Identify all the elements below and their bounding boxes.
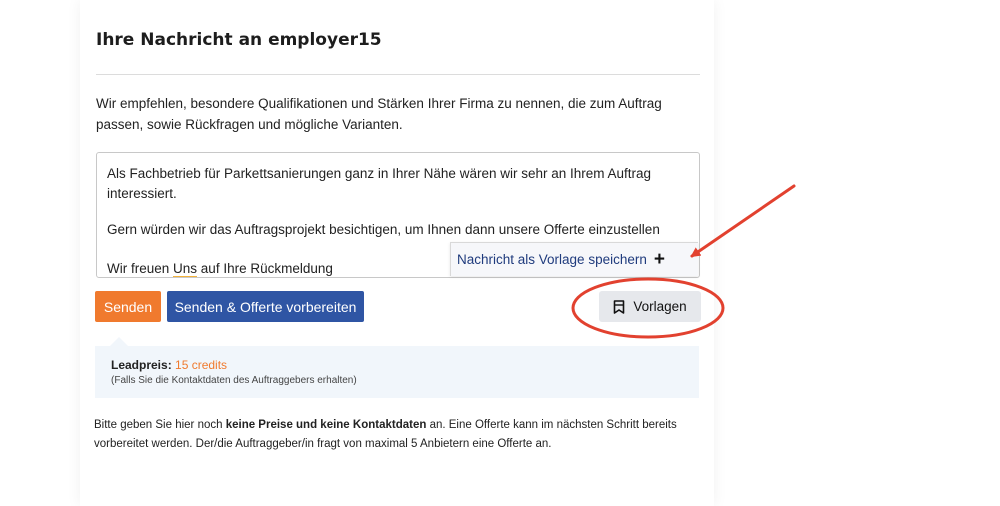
templates-button[interactable]: Vorlagen (599, 291, 701, 322)
message-line-2: interessiert. (107, 186, 177, 201)
lead-box-pointer (110, 337, 128, 346)
templates-label: Vorlagen (633, 299, 687, 314)
message-card: Ihre Nachricht an employer15 Wir empfehl… (80, 0, 714, 506)
lead-price-label: Leadpreis: (111, 358, 172, 372)
hint-text-bold: keine Preise und keine Kontaktdaten (225, 419, 427, 431)
save-as-template-button[interactable]: Nachricht als Vorlage speichern + (450, 242, 698, 276)
send-button[interactable]: Senden (95, 291, 161, 322)
send-and-prepare-offer-button[interactable]: Senden & Offerte vorbereiten (167, 291, 364, 322)
message-line-3: Gern würden wir das Auftragsprojekt besi… (107, 222, 660, 237)
bookmark-icon (613, 299, 625, 314)
message-line-4-start: Wir freuen (107, 261, 174, 276)
lead-price-note: (Falls Sie die Kontaktdaten des Auftragg… (111, 375, 357, 386)
lead-price-credits: 15 credits (175, 358, 228, 372)
hint-text: Bitte geben Sie hier noch keine Preise u… (94, 416, 704, 454)
intro-text: Wir empfehlen, besondere Qualifikationen… (96, 96, 662, 132)
message-line-4: Wir freuen Uns auf Ihre Rückmeldung (107, 259, 333, 277)
spellcheck-word: Uns (173, 261, 198, 277)
message-line-1: Als Fachbetrieb für Parkettsanierungen g… (107, 166, 652, 181)
lead-price-box: Leadpreis: 15 credits (Falls Sie die Kon… (95, 337, 699, 398)
save-as-template-label: Nachricht als Vorlage speichern (457, 252, 647, 267)
page-title: Ihre Nachricht an employer15 (96, 30, 382, 50)
message-line-4-end: auf Ihre Rückmeldung (197, 261, 333, 276)
divider (96, 74, 700, 75)
plus-icon: + (653, 249, 665, 270)
hint-text-start: Bitte geben Sie hier noch (94, 419, 226, 431)
lead-price: Leadpreis: 15 credits (111, 358, 227, 372)
